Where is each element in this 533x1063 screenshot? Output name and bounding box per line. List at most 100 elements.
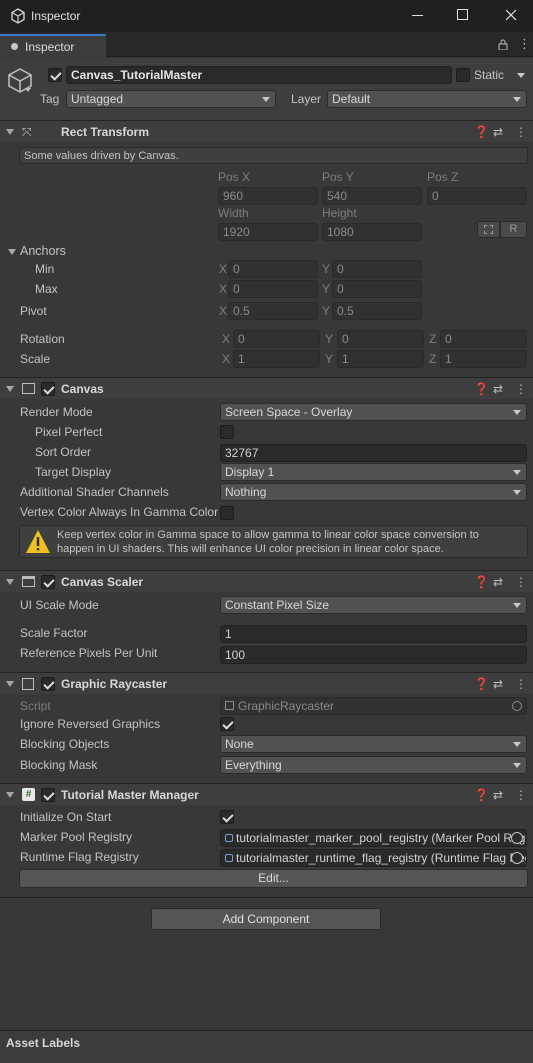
rotation-x-field[interactable]: 0 (233, 330, 320, 348)
fold-arrow-icon[interactable] (6, 129, 14, 135)
render-mode-dropdown[interactable]: Screen Space - Overlay (220, 403, 527, 421)
min-x-field[interactable]: 0 (228, 260, 318, 278)
fold-arrow-icon[interactable] (6, 579, 14, 585)
min-label: Min (35, 262, 55, 276)
scale-factor-field[interactable]: 1 (220, 625, 527, 643)
canvas-scaler-header[interactable]: Canvas Scaler ❓ ⇄ ⋮ (0, 570, 533, 592)
target-display-dropdown[interactable]: Display 1 (220, 463, 527, 481)
height-field[interactable]: 1080 (322, 223, 422, 241)
asset-labels-bar[interactable]: Asset Labels (0, 1030, 533, 1063)
ref-ppu-label: Reference Pixels Per Unit (20, 646, 158, 660)
sort-order-field[interactable]: 32767 (220, 444, 527, 462)
marker-pool-field[interactable]: tutorialmaster_marker_pool_registry (Mar… (220, 829, 527, 847)
pivot-x-field[interactable]: 0.5 (228, 302, 318, 320)
pos-x-field[interactable]: 960 (218, 187, 318, 205)
layer-dropdown[interactable]: Default (327, 90, 527, 108)
preset-icon[interactable]: ⇄ (493, 784, 503, 806)
help-icon[interactable]: ❓ (474, 784, 489, 806)
blueprint-mode-button[interactable] (477, 221, 500, 238)
object-menu-chevron-icon[interactable] (25, 88, 31, 92)
object-picker-icon[interactable] (511, 852, 523, 864)
ignore-reversed-checkbox[interactable] (220, 717, 234, 731)
pixel-perfect-checkbox[interactable] (220, 425, 234, 439)
add-component-button[interactable]: Add Component (151, 908, 381, 930)
scale-x-field[interactable]: 1 (233, 350, 320, 368)
rotation-y-field[interactable]: 0 (337, 330, 424, 348)
context-menu-icon[interactable]: ⋮ (515, 673, 527, 695)
canvas-icon (22, 383, 35, 394)
fold-arrow-icon[interactable] (6, 386, 14, 392)
ui-scale-mode-dropdown[interactable]: Constant Pixel Size (220, 596, 527, 614)
tab-strip: Inspector ⋮ (0, 32, 533, 57)
width-field[interactable]: 1920 (218, 223, 318, 241)
help-icon[interactable]: ❓ (474, 673, 489, 695)
shader-channels-dropdown[interactable]: Nothing (220, 483, 527, 501)
anchors-fold-icon[interactable] (8, 249, 16, 255)
ignore-reversed-label: Ignore Reversed Graphics (20, 717, 161, 731)
static-checkbox[interactable] (456, 68, 470, 82)
tutorial-master-header[interactable]: # Tutorial Master Manager ❓ ⇄ ⋮ (0, 783, 533, 805)
edit-button[interactable]: Edit... (19, 869, 528, 888)
tutorial-master-enabled-checkbox[interactable] (41, 788, 55, 802)
raycaster-enabled-checkbox[interactable] (41, 677, 55, 691)
axis-label: Y (322, 282, 331, 296)
preset-icon[interactable]: ⇄ (493, 571, 503, 593)
canvas-enabled-checkbox[interactable] (41, 382, 55, 396)
init-on-start-checkbox[interactable] (220, 810, 234, 824)
help-icon[interactable]: ❓ (474, 121, 489, 143)
graphic-raycaster-header[interactable]: Graphic Raycaster ❓ ⇄ ⋮ (0, 672, 533, 694)
context-menu-icon[interactable]: ⋮ (515, 571, 527, 593)
raw-edit-button[interactable]: R (500, 221, 527, 238)
scale-z-field[interactable]: 1 (440, 350, 527, 368)
rotation-z-field[interactable]: 0 (440, 330, 527, 348)
blueprint-icon (484, 225, 493, 234)
help-icon[interactable]: ❓ (474, 571, 489, 593)
preset-icon[interactable]: ⇄ (493, 121, 503, 143)
blocking-objects-dropdown[interactable]: None (220, 735, 527, 753)
component-title: Canvas (61, 382, 104, 396)
context-menu-icon[interactable]: ⋮ (515, 121, 527, 143)
title-bar: Inspector (0, 0, 533, 32)
static-dropdown-icon[interactable] (517, 73, 525, 78)
fold-arrow-icon[interactable] (6, 792, 14, 798)
pos-y-field[interactable]: 540 (322, 187, 422, 205)
lock-icon[interactable] (498, 39, 508, 50)
shader-channels-label: Additional Shader Channels (20, 485, 169, 499)
vertex-gamma-checkbox[interactable] (220, 506, 234, 520)
min-y-field[interactable]: 0 (332, 260, 422, 278)
max-y-field[interactable]: 0 (332, 280, 422, 298)
canvas-scaler-enabled-checkbox[interactable] (41, 575, 55, 589)
sort-order-label: Sort Order (35, 445, 92, 459)
context-menu-icon[interactable]: ⋮ (515, 378, 527, 400)
object-picker-icon[interactable] (512, 701, 522, 711)
blocking-mask-dropdown[interactable]: Everything (220, 756, 527, 774)
pos-z-field[interactable]: 0 (427, 187, 527, 205)
tab-inspector[interactable]: Inspector (0, 34, 106, 57)
object-picker-icon[interactable] (511, 832, 523, 844)
tag-dropdown[interactable]: Untagged (66, 90, 276, 108)
preset-icon[interactable]: ⇄ (493, 673, 503, 695)
rotation-label: Rotation (20, 332, 65, 346)
help-icon[interactable]: ❓ (474, 378, 489, 400)
vertex-gamma-label-clip: Vertex Color Always In Gamma Color Space (20, 504, 218, 520)
scale-y-field[interactable]: 1 (337, 350, 424, 368)
canvas-header[interactable]: Canvas ❓ ⇄ ⋮ (0, 377, 533, 399)
rect-transform-header[interactable]: ⤧ Rect Transform ❓ ⇄ ⋮ (0, 120, 533, 142)
close-icon[interactable] (505, 9, 517, 21)
fold-arrow-icon[interactable] (6, 681, 14, 687)
runtime-flag-field[interactable]: tutorialmaster_runtime_flag_registry (Ru… (220, 849, 527, 867)
tab-menu-icon[interactable]: ⋮ (518, 37, 531, 51)
minimize-icon[interactable] (412, 15, 423, 16)
maximize-icon[interactable] (457, 9, 468, 20)
ref-ppu-field[interactable]: 100 (220, 646, 527, 664)
object-name-input[interactable]: Canvas_TutorialMaster (66, 66, 452, 84)
script-field[interactable]: GraphicRaycaster (220, 697, 527, 715)
script-value: GraphicRaycaster (238, 699, 335, 713)
preset-icon[interactable]: ⇄ (493, 378, 503, 400)
object-active-checkbox[interactable] (48, 68, 62, 82)
max-x-field[interactable]: 0 (228, 280, 318, 298)
marker-pool-label: Marker Pool Registry (20, 830, 133, 844)
scale-label: Scale (20, 352, 51, 366)
context-menu-icon[interactable]: ⋮ (515, 784, 527, 806)
pivot-y-field[interactable]: 0.5 (332, 302, 422, 320)
